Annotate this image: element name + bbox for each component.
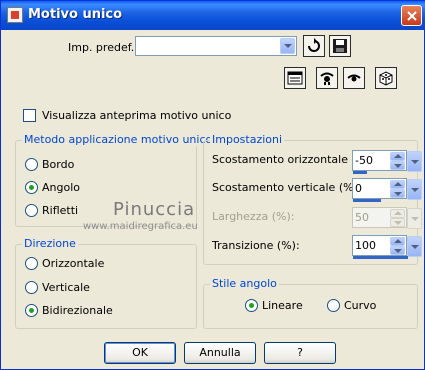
- radio-orizzontale[interactable]: [25, 257, 38, 270]
- transition-bar: [353, 256, 408, 259]
- randomize-button[interactable]: [375, 67, 397, 89]
- radio-bidirezionale[interactable]: [25, 304, 38, 317]
- radio-rifletti[interactable]: [25, 204, 38, 217]
- radio-verticale[interactable]: [25, 281, 38, 294]
- h-offset-bar: [353, 171, 367, 174]
- close-icon: [407, 11, 417, 21]
- preset-label: Imp. predef.:: [68, 41, 138, 54]
- close-button[interactable]: [401, 5, 422, 26]
- radio-curvo-label: Curvo: [344, 299, 377, 312]
- radio-orizzontale-label: Orizzontale: [42, 257, 105, 270]
- radio-angolo-label: Angolo: [42, 181, 80, 194]
- v-offset-label: Scostamento verticale (%):: [212, 181, 362, 194]
- spin-up-icon[interactable]: [390, 152, 405, 161]
- spin-up-icon[interactable]: [390, 180, 405, 189]
- preview-checkbox[interactable]: [23, 109, 36, 122]
- radio-angolo[interactable]: [25, 181, 38, 194]
- watermark-title: Pinuccia: [113, 199, 196, 220]
- direction-group-title: Direzione: [22, 237, 78, 250]
- spin-down-icon: [390, 218, 405, 227]
- corner-style-group-title: Stile angolo: [210, 277, 279, 290]
- radio-bordo[interactable]: [25, 158, 38, 171]
- corner-style-group: [203, 284, 418, 329]
- app-icon: [7, 7, 23, 23]
- spin-up-icon: [390, 209, 405, 218]
- h-offset-label: Scostamento orizzontale (%):: [212, 153, 375, 166]
- method-group-title: Metodo applicazione motivo unico: [22, 133, 215, 146]
- show-preview-button[interactable]: [316, 67, 338, 89]
- h-offset-value: -50: [355, 154, 373, 167]
- spin-down-icon[interactable]: [390, 246, 405, 255]
- reset-preset-button[interactable]: [303, 35, 325, 57]
- radio-bordo-label: Bordo: [42, 158, 75, 171]
- eye-closed-icon: [347, 74, 361, 82]
- preset-dropdown[interactable]: [135, 36, 297, 56]
- help-button[interactable]: ?: [264, 342, 336, 364]
- v-offset-value: 0: [355, 182, 362, 195]
- transition-value: 100: [355, 239, 376, 252]
- preview-checkbox-label: Visualizza anteprima motivo unico: [42, 109, 232, 122]
- preview-window-button[interactable]: [284, 67, 306, 89]
- watermark-url: www.maidiregrafica.eu: [83, 221, 198, 232]
- radio-rifletti-label: Rifletti: [42, 204, 79, 217]
- dice-icon: [379, 71, 393, 86]
- ok-button[interactable]: OK: [104, 342, 176, 364]
- radio-lineare[interactable]: [245, 299, 258, 312]
- eye-icon: [320, 72, 334, 85]
- spin-down-icon[interactable]: [390, 161, 405, 170]
- reset-icon: [308, 38, 320, 52]
- preview-window-icon: [287, 71, 303, 85]
- radio-bidirezionale-label: Bidirezionale: [42, 304, 113, 317]
- chevron-down-icon: [407, 208, 422, 229]
- chevron-down-icon[interactable]: [407, 236, 422, 257]
- hide-preview-button[interactable]: [343, 67, 365, 89]
- dialog-window: Motivo unico Imp. predef.: Visualizza an…: [0, 0, 425, 370]
- title-bar[interactable]: Motivo unico: [1, 1, 425, 30]
- cancel-button[interactable]: Annulla: [184, 342, 256, 364]
- settings-group-title: Impostazioni: [210, 133, 285, 146]
- save-preset-button[interactable]: [329, 35, 351, 57]
- radio-curvo[interactable]: [327, 299, 340, 312]
- width-value: 50: [355, 211, 369, 224]
- save-icon: [333, 39, 347, 53]
- transition-label: Transizione (%):: [212, 239, 300, 252]
- chevron-down-icon[interactable]: [280, 38, 295, 54]
- width-label: Larghezza (%):: [212, 210, 295, 223]
- chevron-down-icon[interactable]: [407, 151, 422, 172]
- v-offset-bar: [353, 199, 381, 202]
- spin-up-icon[interactable]: [390, 237, 405, 246]
- transition-spinner[interactable]: 100: [352, 235, 422, 259]
- width-spinner: 50: [352, 207, 422, 229]
- spin-down-icon[interactable]: [390, 189, 405, 198]
- radio-verticale-label: Verticale: [42, 281, 90, 294]
- v-offset-spinner[interactable]: 0: [352, 178, 422, 202]
- window-title: Motivo unico: [28, 7, 123, 22]
- h-offset-spinner[interactable]: -50: [352, 150, 422, 174]
- radio-lineare-label: Lineare: [262, 299, 303, 312]
- chevron-down-icon[interactable]: [407, 179, 422, 200]
